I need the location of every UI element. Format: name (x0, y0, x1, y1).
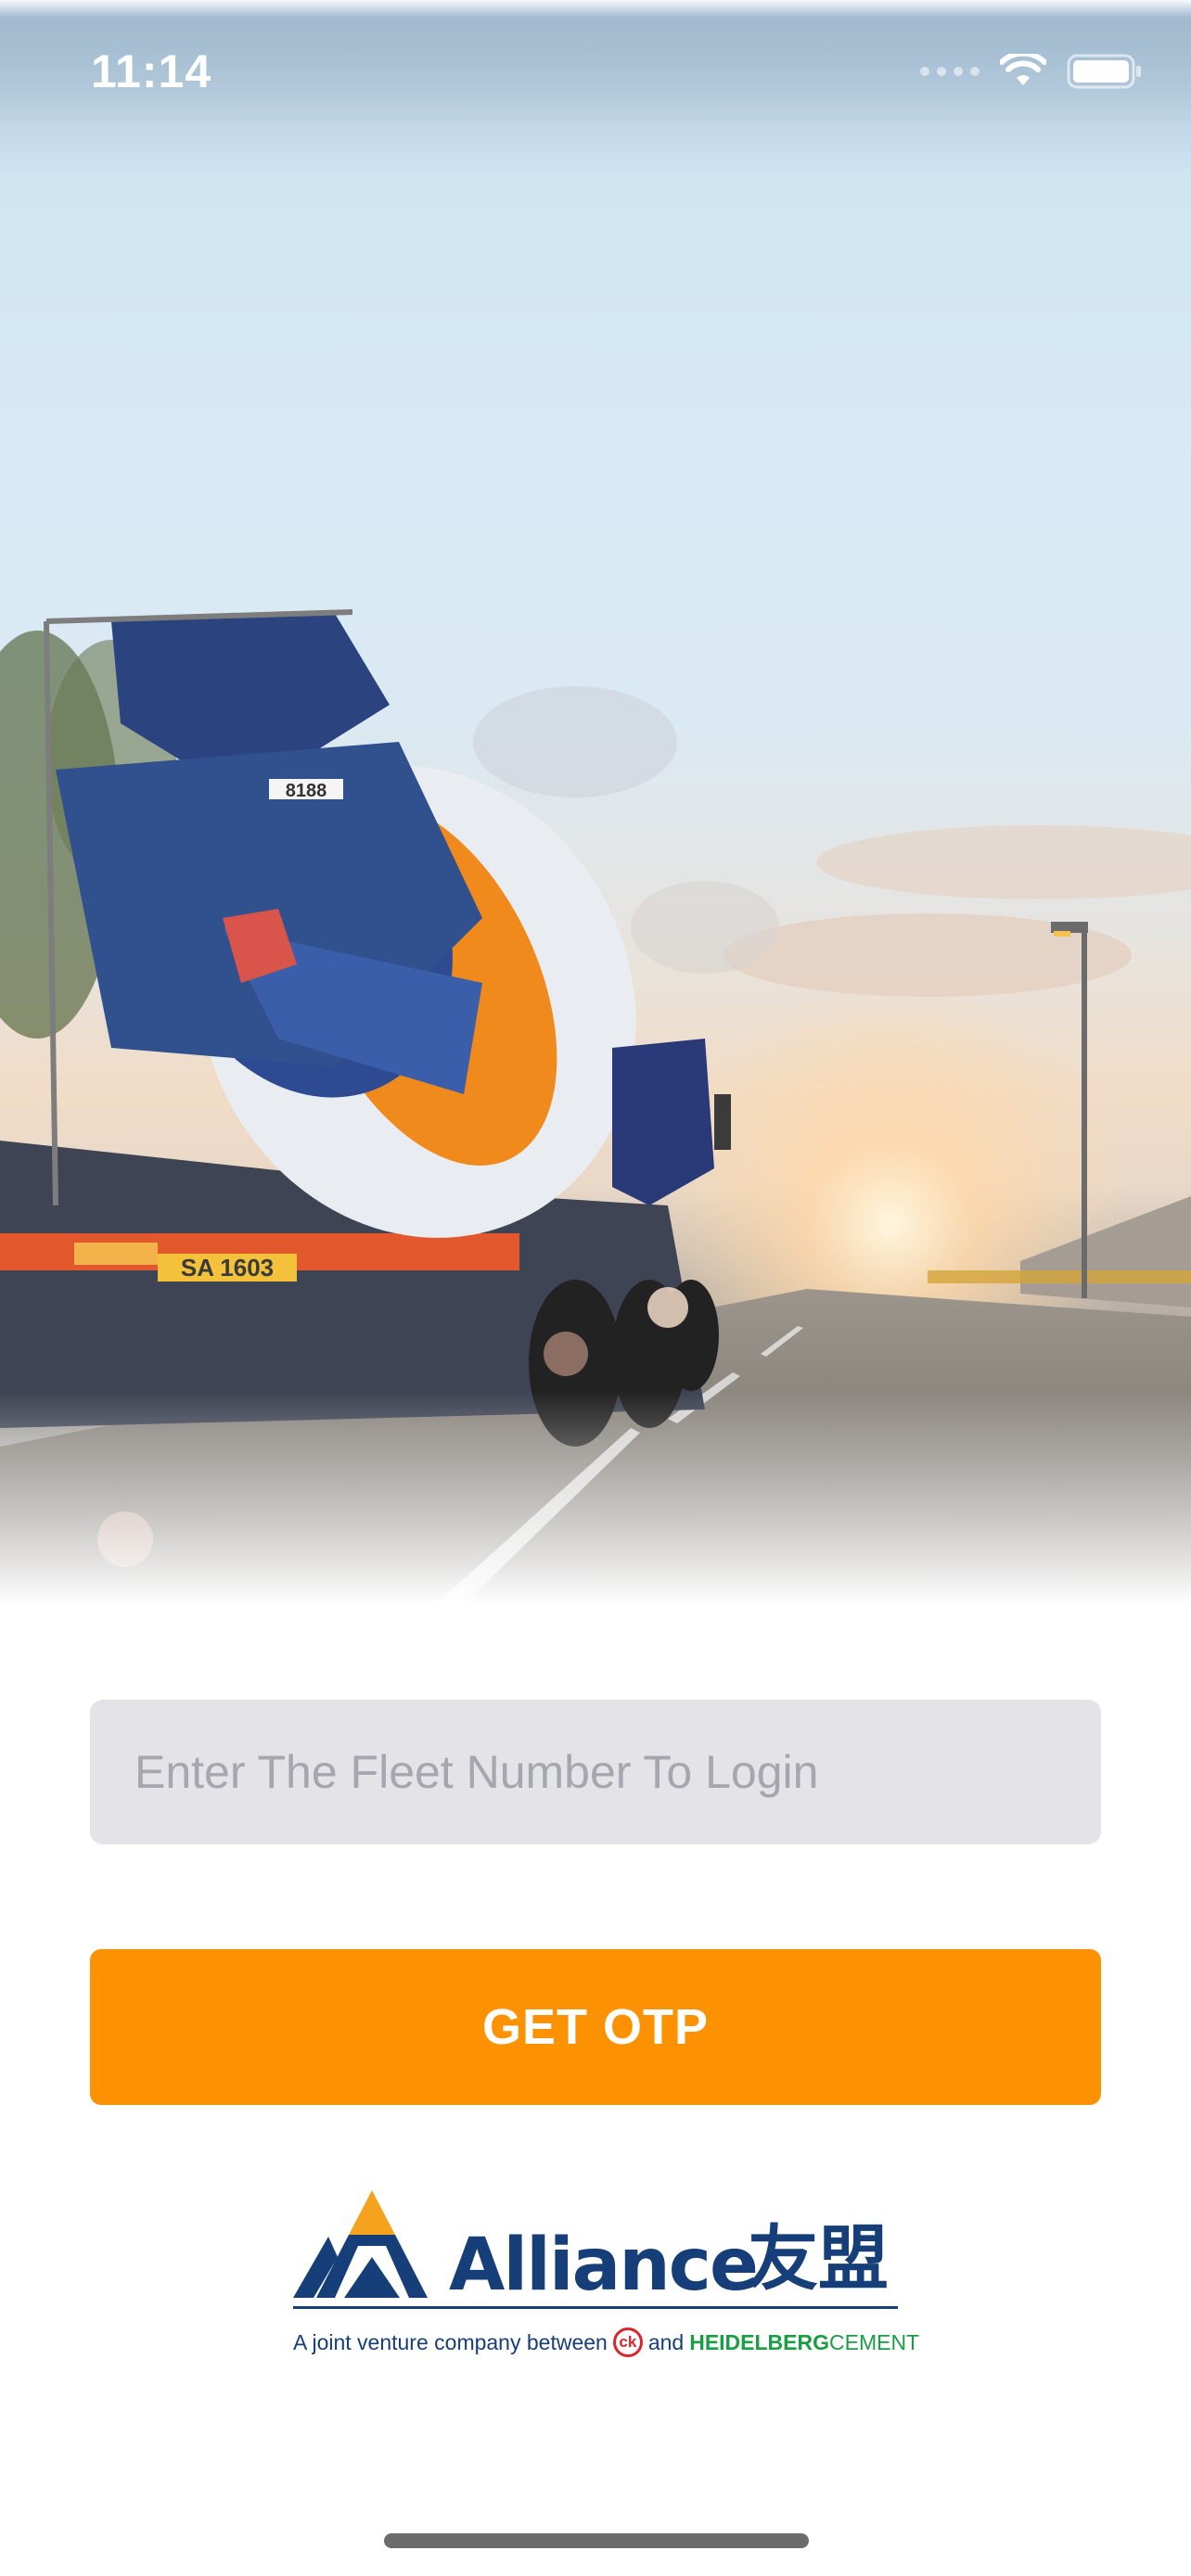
ck-partner-icon: ck (612, 2327, 643, 2357)
alliance-logo: Alliance 友盟 A joint venture company betw… (293, 2190, 919, 2357)
logo-name: Alliance (449, 2224, 759, 2307)
wifi-icon (1000, 54, 1046, 85)
home-indicator[interactable] (384, 2533, 809, 2548)
alliance-logo-mark (293, 2190, 428, 2298)
logo-divider (293, 2306, 898, 2309)
partner-heidelberg: HEIDELBERG (689, 2329, 829, 2354)
status-indicators (920, 54, 1143, 89)
tagline-prefix: A joint venture company between (293, 2329, 608, 2354)
logo-tagline: A joint venture company between ck and H… (293, 2327, 919, 2357)
partner-cement: CEMENT (829, 2329, 920, 2354)
hero-image: SA 1603 8188 (0, 0, 1191, 1604)
truck-plate: SA 1603 (181, 1254, 274, 1282)
tagline-and: and (647, 2329, 685, 2354)
get-otp-button[interactable]: GET OTP (90, 1949, 1101, 2105)
fleet-number-input[interactable] (90, 1700, 1101, 1844)
truck-number: 8188 (286, 781, 327, 801)
status-time: 11:14 (91, 45, 212, 97)
battery-icon (1067, 54, 1141, 89)
logo-name-cjk: 友盟 (748, 2217, 889, 2300)
hero-illustration: SA 1603 8188 (0, 0, 1191, 1604)
signal-icon (920, 67, 980, 76)
